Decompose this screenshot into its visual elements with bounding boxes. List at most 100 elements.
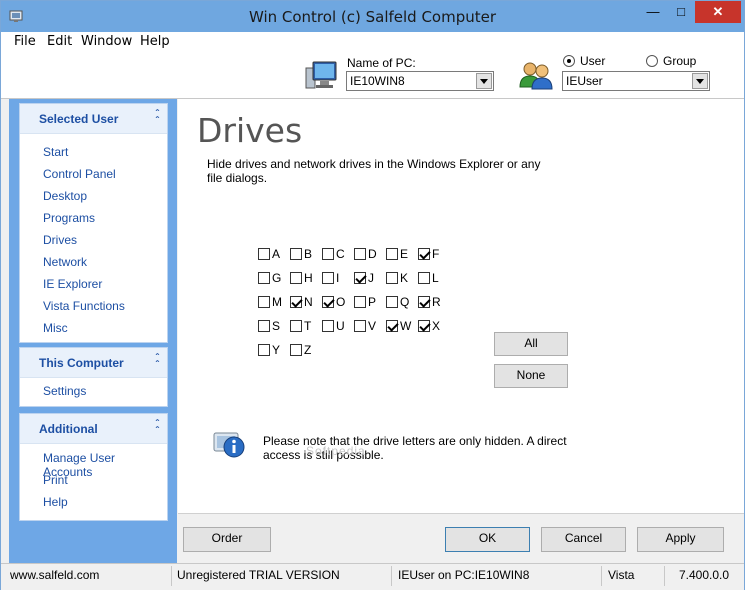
group-title: Additional bbox=[39, 422, 98, 436]
drive-checkbox-u[interactable] bbox=[322, 320, 334, 332]
sidebar-item-desktop[interactable]: Desktop bbox=[43, 189, 87, 203]
drive-checkbox-i[interactable] bbox=[322, 272, 334, 284]
sidebar-item-ie-explorer[interactable]: IE Explorer bbox=[43, 277, 102, 291]
page-description: Hide drives and network drives in the Wi… bbox=[207, 157, 541, 185]
drive-checkbox-n[interactable] bbox=[290, 296, 302, 308]
group-this-computer: This Computer ˆˆ Settings bbox=[19, 347, 168, 407]
chevron-down-icon[interactable] bbox=[476, 73, 492, 89]
drive-label: W bbox=[400, 319, 412, 333]
group-header-selected-user[interactable]: Selected User ˆˆ bbox=[20, 104, 167, 134]
order-button[interactable]: Order bbox=[183, 527, 271, 552]
drive-label: T bbox=[304, 319, 312, 333]
drive-label: Q bbox=[400, 295, 410, 309]
drive-checkbox-t[interactable] bbox=[290, 320, 302, 332]
drive-checkbox-y[interactable] bbox=[258, 344, 270, 356]
drive-label: U bbox=[336, 319, 345, 333]
status-license: Unregistered TRIAL VERSION bbox=[177, 568, 340, 582]
drive-label: I bbox=[336, 271, 340, 285]
drive-label: S bbox=[272, 319, 281, 333]
drive-checkbox-s[interactable] bbox=[258, 320, 270, 332]
drive-label: R bbox=[432, 295, 441, 309]
select-all-button[interactable]: All bbox=[494, 332, 568, 356]
chevron-up-icon[interactable]: ˆˆ bbox=[156, 354, 159, 371]
drive-checkbox-d[interactable] bbox=[354, 248, 366, 260]
status-session: IEUser on PC:IE10WIN8 bbox=[398, 568, 530, 582]
drive-checkbox-k[interactable] bbox=[386, 272, 398, 284]
drive-checkbox-m[interactable] bbox=[258, 296, 270, 308]
selection-panel: Name of PC: IE10WIN8 User Group IEUser bbox=[1, 52, 744, 99]
drive-checkbox-p[interactable] bbox=[354, 296, 366, 308]
sidebar-item-print[interactable]: Print bbox=[43, 473, 68, 487]
pc-name-value: IE10WIN8 bbox=[350, 74, 405, 88]
menu-file[interactable]: File bbox=[14, 34, 36, 49]
drive-checkbox-e[interactable] bbox=[386, 248, 398, 260]
drive-label: E bbox=[400, 247, 409, 261]
sidebar-item-start[interactable]: Start bbox=[43, 145, 68, 159]
sidebar: Selected User ˆˆ Start Control Panel Des… bbox=[9, 99, 177, 563]
drive-label: K bbox=[400, 271, 409, 285]
menu-window[interactable]: Window bbox=[81, 34, 132, 49]
drive-label: H bbox=[304, 271, 313, 285]
sidebar-item-misc[interactable]: Misc bbox=[43, 321, 68, 335]
pc-name-select[interactable]: IE10WIN8 bbox=[346, 71, 494, 91]
drive-label: D bbox=[368, 247, 377, 261]
group-header-additional[interactable]: Additional ˆˆ bbox=[20, 414, 167, 444]
sidebar-item-drives[interactable]: Drives bbox=[43, 233, 77, 247]
drive-label: Y bbox=[272, 343, 281, 357]
drive-checkbox-g[interactable] bbox=[258, 272, 270, 284]
drive-checkbox-b[interactable] bbox=[290, 248, 302, 260]
cancel-button[interactable]: Cancel bbox=[541, 527, 626, 552]
main-window: Win Control (c) Salfeld Computer — □ ✕ F… bbox=[0, 0, 745, 590]
drive-checkbox-h[interactable] bbox=[290, 272, 302, 284]
users-icon bbox=[519, 62, 553, 90]
drive-checkbox-l[interactable] bbox=[418, 272, 430, 284]
chevron-down-icon[interactable] bbox=[692, 73, 708, 89]
sidebar-item-help[interactable]: Help bbox=[43, 495, 68, 509]
drive-checkbox-r[interactable] bbox=[418, 296, 430, 308]
drive-checkbox-j[interactable] bbox=[354, 272, 366, 284]
drive-label: X bbox=[432, 319, 441, 333]
minimize-button[interactable]: — bbox=[639, 1, 667, 23]
drive-checkbox-a[interactable] bbox=[258, 248, 270, 260]
menu-help[interactable]: Help bbox=[140, 34, 170, 49]
sidebar-item-control-panel[interactable]: Control Panel bbox=[43, 167, 116, 181]
info-icon bbox=[213, 432, 245, 458]
drive-checkbox-f[interactable] bbox=[418, 248, 430, 260]
user-radio-label: User bbox=[580, 54, 606, 68]
ok-button[interactable]: OK bbox=[445, 527, 530, 552]
sidebar-item-programs[interactable]: Programs bbox=[43, 211, 95, 225]
apply-button[interactable]: Apply bbox=[637, 527, 724, 552]
maximize-button[interactable]: □ bbox=[667, 1, 695, 23]
drive-label: G bbox=[272, 271, 282, 285]
user-select[interactable]: IEUser bbox=[562, 71, 710, 91]
group-title: Selected User bbox=[39, 112, 119, 126]
drive-label: N bbox=[304, 295, 313, 309]
drives-page: Drives Hide drives and network drives in… bbox=[178, 99, 744, 513]
drive-checkbox-o[interactable] bbox=[322, 296, 334, 308]
drive-checkbox-w[interactable] bbox=[386, 320, 398, 332]
drive-checkbox-c[interactable] bbox=[322, 248, 334, 260]
select-none-button[interactable]: None bbox=[494, 364, 568, 388]
drive-checkbox-x[interactable] bbox=[418, 320, 430, 332]
sidebar-item-vista-functions[interactable]: Vista Functions bbox=[43, 299, 125, 313]
chevron-up-icon[interactable]: ˆˆ bbox=[156, 420, 159, 437]
drive-checkbox-v[interactable] bbox=[354, 320, 366, 332]
group-radio-label: Group bbox=[663, 54, 697, 68]
drive-label: F bbox=[432, 247, 440, 261]
group-radio[interactable] bbox=[646, 55, 658, 67]
sidebar-item-settings[interactable]: Settings bbox=[43, 384, 86, 398]
group-selected-user: Selected User ˆˆ Start Control Panel Des… bbox=[19, 103, 168, 343]
chevron-up-icon[interactable]: ˆˆ bbox=[156, 110, 159, 127]
close-button[interactable]: ✕ bbox=[695, 1, 741, 23]
sidebar-item-network[interactable]: Network bbox=[43, 255, 87, 269]
drive-label: C bbox=[336, 247, 345, 261]
drive-checkbox-q[interactable] bbox=[386, 296, 398, 308]
drive-label: A bbox=[272, 247, 281, 261]
title-bar[interactable]: Win Control (c) Salfeld Computer — □ ✕ bbox=[1, 1, 744, 32]
user-radio[interactable] bbox=[563, 55, 575, 67]
group-header-this-computer[interactable]: This Computer ˆˆ bbox=[20, 348, 167, 378]
group-additional: Additional ˆˆ Manage User Accounts Print… bbox=[19, 413, 168, 521]
menu-edit[interactable]: Edit bbox=[47, 34, 72, 49]
drive-checkbox-z[interactable] bbox=[290, 344, 302, 356]
drive-label: M bbox=[272, 295, 282, 309]
